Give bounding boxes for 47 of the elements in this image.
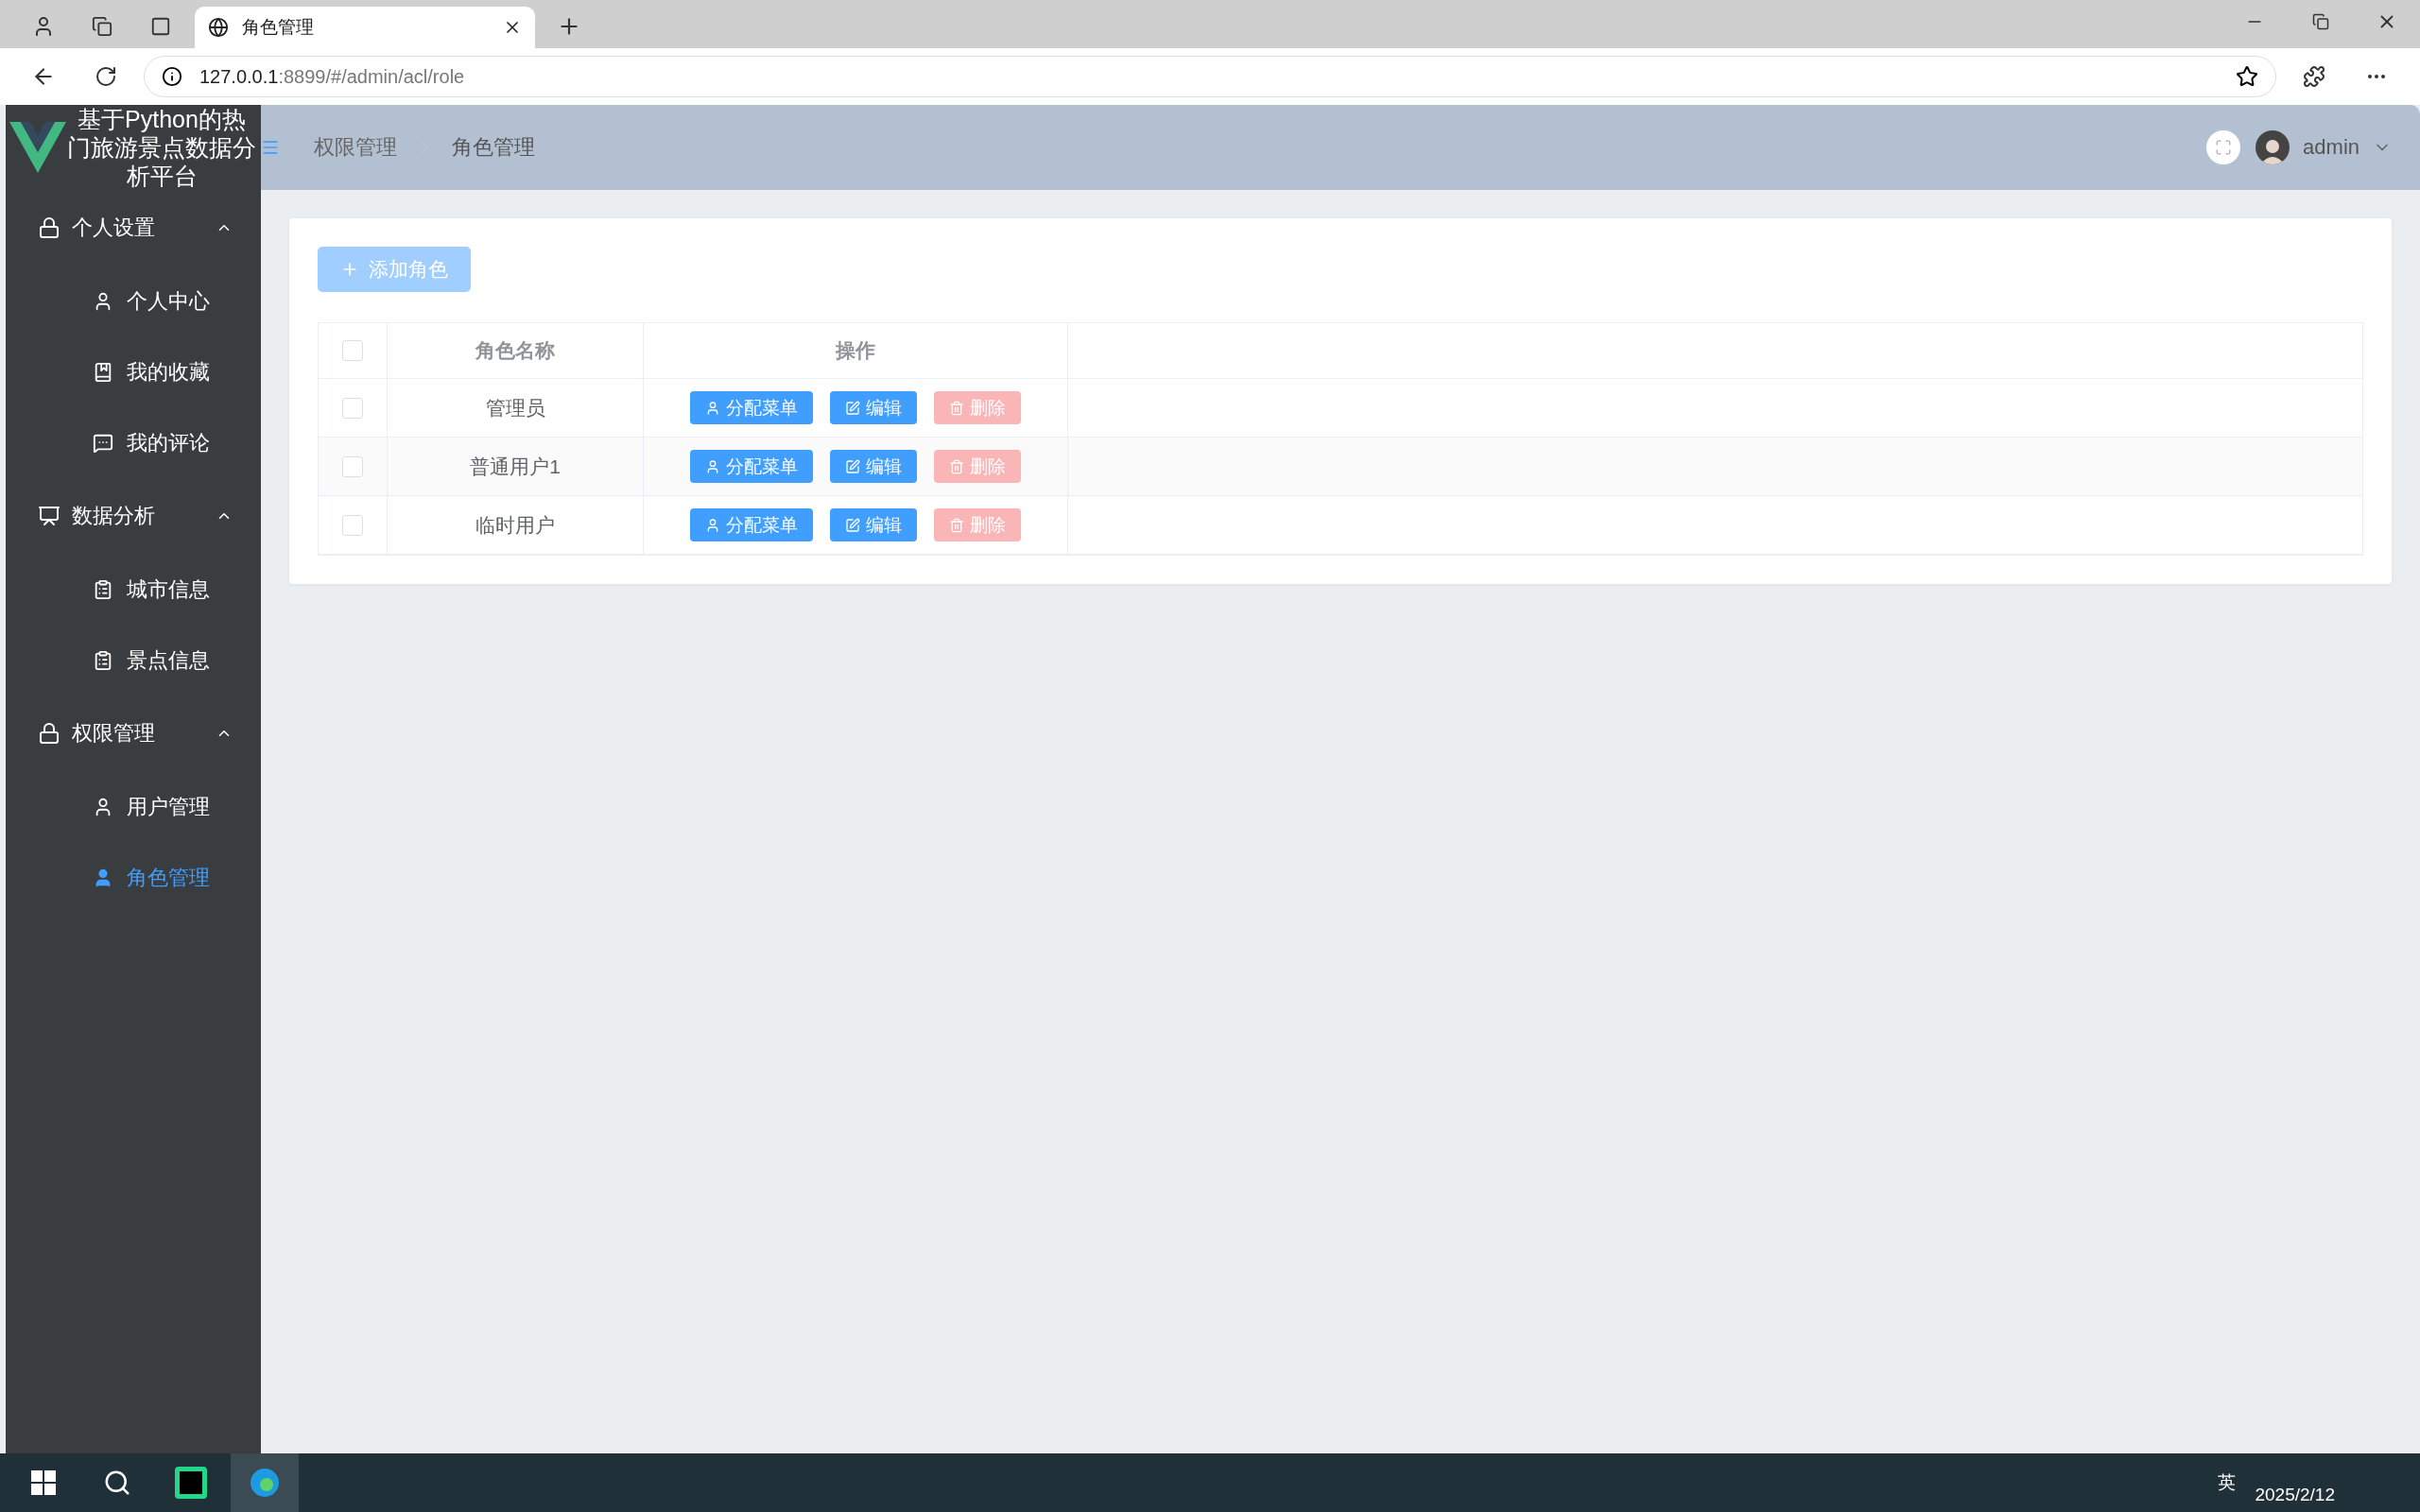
column-header: 操作 — [836, 338, 875, 363]
edit-icon — [845, 400, 860, 416]
logo-icon — [9, 122, 66, 173]
row-checkbox[interactable] — [342, 514, 363, 536]
menu-item[interactable]: 个人中心 — [6, 266, 261, 336]
user-icon — [705, 517, 720, 533]
menu-item[interactable]: 景点信息 — [6, 625, 261, 696]
favorite-star-icon[interactable] — [2236, 65, 2258, 88]
browser-app-icon[interactable] — [231, 1453, 299, 1512]
user-icon — [705, 458, 720, 474]
trash-icon — [949, 458, 964, 474]
column-header: 角色名称 — [475, 338, 555, 363]
input-method-indicator[interactable]: 英 — [2218, 1470, 2237, 1495]
menu-group[interactable]: 权限管理 — [6, 696, 261, 771]
book-icon — [93, 361, 113, 383]
chat-icon — [93, 432, 113, 454]
menu-item[interactable]: 城市信息 — [6, 554, 261, 625]
menu-item[interactable]: 我的收藏 — [6, 336, 261, 407]
select-all-checkbox[interactable] — [342, 340, 363, 361]
user-name[interactable]: admin — [2303, 135, 2360, 160]
row-checkbox[interactable] — [342, 455, 363, 477]
app-title: 基于Python的热门旅游景点数据分析平台 — [66, 105, 257, 190]
user-icon — [705, 400, 720, 416]
info-icon — [162, 66, 182, 87]
menu-item[interactable]: 我的评论 — [6, 407, 261, 478]
trash-icon — [949, 400, 964, 416]
globe-icon — [208, 17, 229, 38]
menu-group[interactable]: 个人设置 — [6, 190, 261, 266]
clipboard-icon — [93, 578, 113, 600]
trash-icon — [949, 517, 964, 533]
chart-board-icon — [38, 505, 60, 527]
table-cell-text: 普通用户1 — [470, 454, 561, 479]
clipboard-icon — [93, 649, 113, 671]
menu-item[interactable]: 用户管理 — [6, 771, 261, 842]
edit-icon — [845, 517, 860, 533]
row-checkbox[interactable] — [342, 397, 363, 419]
lock-icon — [38, 722, 60, 745]
breadcrumb-item: 角色管理 — [452, 134, 535, 161]
table-cell-text: 临时用户 — [475, 512, 555, 538]
user-avatar[interactable] — [2256, 130, 2290, 164]
browser-tab[interactable]: 角色管理 — [195, 7, 535, 48]
table-cell-text: 管理员 — [485, 395, 545, 421]
menu-group[interactable]: 数据分析 — [6, 478, 261, 554]
menu-item[interactable]: 角色管理 — [6, 842, 261, 913]
taskbar-date[interactable]: 2025/2/12 — [2255, 1485, 2335, 1505]
lock-icon — [38, 216, 60, 239]
edit-icon — [845, 458, 860, 474]
